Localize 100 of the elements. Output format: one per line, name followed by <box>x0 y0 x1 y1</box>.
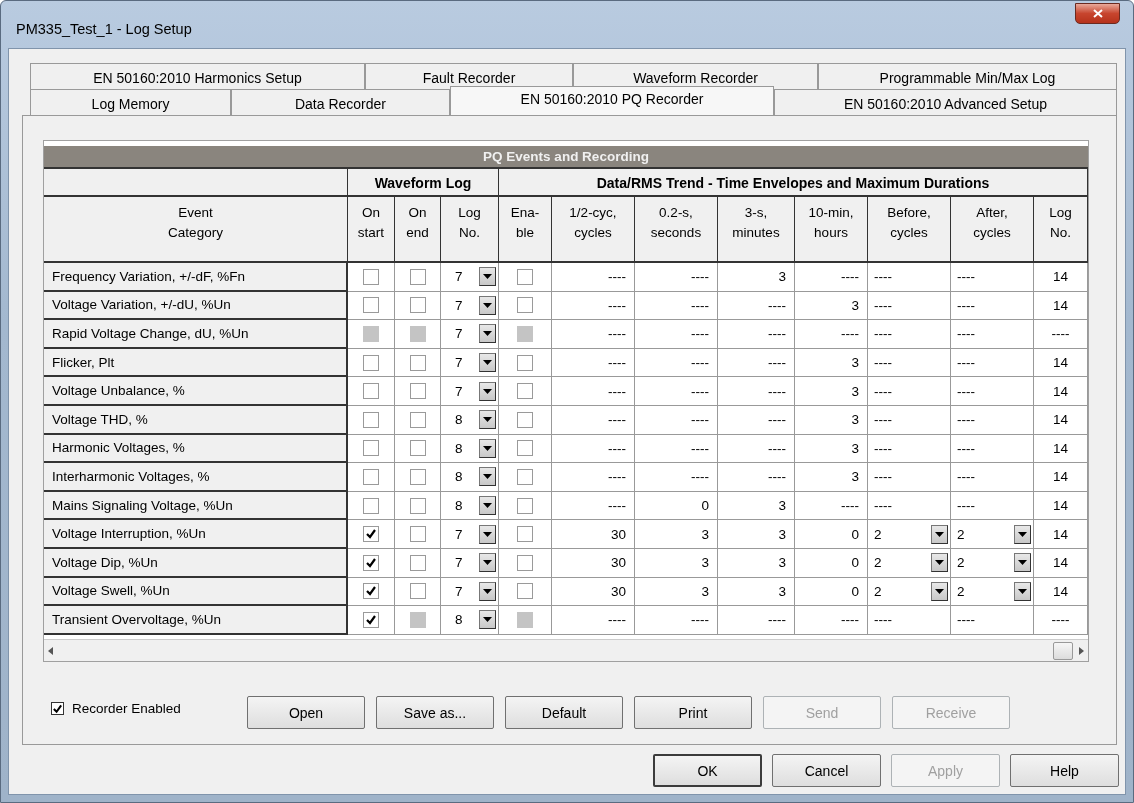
checkbox[interactable] <box>409 583 426 600</box>
checkbox[interactable] <box>363 611 379 628</box>
scrollbar-thumb[interactable] <box>1053 641 1073 660</box>
tab[interactable]: Programmable Min/Max Log <box>818 63 1117 89</box>
checkbox[interactable] <box>363 411 379 428</box>
checkbox[interactable] <box>363 440 379 457</box>
checkbox[interactable] <box>517 383 533 400</box>
checkbox[interactable] <box>363 583 379 600</box>
table-cell: ---- <box>635 263 718 292</box>
table-cell: ---- <box>951 263 1034 292</box>
table-cell: Voltage Swell, %Un <box>44 577 348 607</box>
checkbox[interactable] <box>409 526 426 543</box>
tab[interactable]: Fault Recorder <box>365 63 573 89</box>
column-header: After, cycles <box>951 197 1034 263</box>
horizontal-scrollbar[interactable] <box>44 639 1088 661</box>
dialog-button[interactable]: Cancel <box>772 754 881 787</box>
checkbox[interactable] <box>363 268 379 285</box>
checkbox[interactable] <box>363 497 379 514</box>
table-cell: ---- <box>552 434 635 464</box>
table-cell: ---- <box>552 405 635 435</box>
checkbox[interactable] <box>517 583 533 600</box>
dropdown-field[interactable]: 8 <box>441 610 498 630</box>
dropdown-field[interactable]: 2 <box>951 581 1033 601</box>
dropdown-field[interactable]: 8 <box>441 467 498 487</box>
dropdown-field[interactable]: 7 <box>441 553 498 573</box>
tab[interactable]: EN 50160:2010 Advanced Setup <box>774 89 1117 115</box>
table-cell: ---- <box>718 606 795 635</box>
dropdown-field[interactable]: 7 <box>441 267 498 287</box>
checkbox[interactable] <box>409 297 426 314</box>
action-button[interactable]: Save as... <box>376 696 494 729</box>
tab[interactable]: Waveform Recorder <box>573 63 818 89</box>
table-cell: ---- <box>718 405 795 435</box>
table-cell: Transient Overvoltage, %Un <box>44 606 348 635</box>
checkbox[interactable] <box>409 440 426 457</box>
action-button[interactable]: Open <box>247 696 365 729</box>
table-cell: ---- <box>868 320 951 349</box>
checkbox[interactable] <box>517 297 533 314</box>
scroll-right-icon[interactable] <box>1079 646 1084 655</box>
checkbox[interactable] <box>517 468 533 485</box>
checkbox[interactable] <box>409 354 426 371</box>
column-header: Ena- ble <box>499 197 552 263</box>
column-group-header: Data/RMS Trend - Time Envelopes and Maximum Durations <box>499 169 1088 197</box>
tab[interactable]: Data Recorder <box>231 89 450 115</box>
table-cell: 14 <box>1034 491 1088 521</box>
tab[interactable]: EN 50160:2010 PQ Recorder <box>450 86 774 115</box>
dropdown-field[interactable]: 2 <box>868 524 950 544</box>
checkbox[interactable] <box>409 383 426 400</box>
checkbox[interactable] <box>363 354 379 371</box>
table-cell: Interharmonic Voltages, % <box>44 463 348 492</box>
checkbox[interactable] <box>363 297 379 314</box>
dropdown-field[interactable]: 7 <box>441 353 498 373</box>
dropdown-field[interactable]: 8 <box>441 410 498 430</box>
dropdown-field[interactable]: 7 <box>441 381 498 401</box>
dropdown-field[interactable]: 2 <box>868 581 950 601</box>
dialog-button[interactable]: OK <box>653 754 762 787</box>
checkbox[interactable] <box>51 702 64 715</box>
checkbox[interactable] <box>409 468 426 485</box>
dropdown-field[interactable]: 2 <box>951 553 1033 573</box>
column-header: 10-min, hours <box>795 197 868 263</box>
checkbox[interactable] <box>409 554 426 571</box>
dropdown-field[interactable]: 2 <box>951 524 1033 544</box>
checkbox[interactable] <box>363 468 379 485</box>
dropdown-field[interactable]: 7 <box>441 295 498 315</box>
close-icon <box>1092 9 1103 18</box>
table-cell: ---- <box>951 405 1034 435</box>
tab[interactable]: Log Memory <box>30 89 231 115</box>
table-cell: 3 <box>718 548 795 578</box>
checkbox[interactable] <box>363 554 379 571</box>
action-button[interactable]: Default <box>505 696 623 729</box>
checkbox[interactable] <box>409 497 426 514</box>
table-cell: ---- <box>552 291 635 321</box>
checkbox[interactable] <box>363 526 379 543</box>
checkbox[interactable] <box>517 554 533 571</box>
table-cell: ---- <box>718 291 795 321</box>
window-title: PM335_Test_1 - Log Setup <box>15 19 192 37</box>
checkbox[interactable] <box>363 383 379 400</box>
dialog-button[interactable]: Help <box>1010 754 1119 787</box>
table-cell: 3 <box>635 520 718 549</box>
checkbox[interactable] <box>517 440 533 457</box>
dropdown-field[interactable]: 7 <box>441 581 498 601</box>
tab[interactable]: EN 50160:2010 Harmonics Setup <box>30 63 365 89</box>
close-button[interactable] <box>1075 3 1120 24</box>
checkbox[interactable] <box>517 354 533 371</box>
dropdown-field[interactable]: 7 <box>441 524 498 544</box>
checkbox[interactable] <box>409 411 426 428</box>
checkbox[interactable] <box>517 268 533 285</box>
table-cell: 3 <box>635 577 718 607</box>
checkbox[interactable] <box>409 268 426 285</box>
checkbox[interactable] <box>517 497 533 514</box>
action-button[interactable]: Print <box>634 696 752 729</box>
checkbox[interactable] <box>517 526 533 543</box>
dropdown-field[interactable]: 8 <box>441 496 498 516</box>
checkbox[interactable] <box>517 411 533 428</box>
scroll-left-icon[interactable] <box>48 646 53 655</box>
table-cell: ---- <box>951 291 1034 321</box>
table-cell: ---- <box>635 348 718 378</box>
dropdown-field[interactable]: 7 <box>441 324 498 344</box>
dropdown-field[interactable]: 8 <box>441 438 498 458</box>
dropdown-field[interactable]: 2 <box>868 553 950 573</box>
table-cell: 14 <box>1034 405 1088 435</box>
